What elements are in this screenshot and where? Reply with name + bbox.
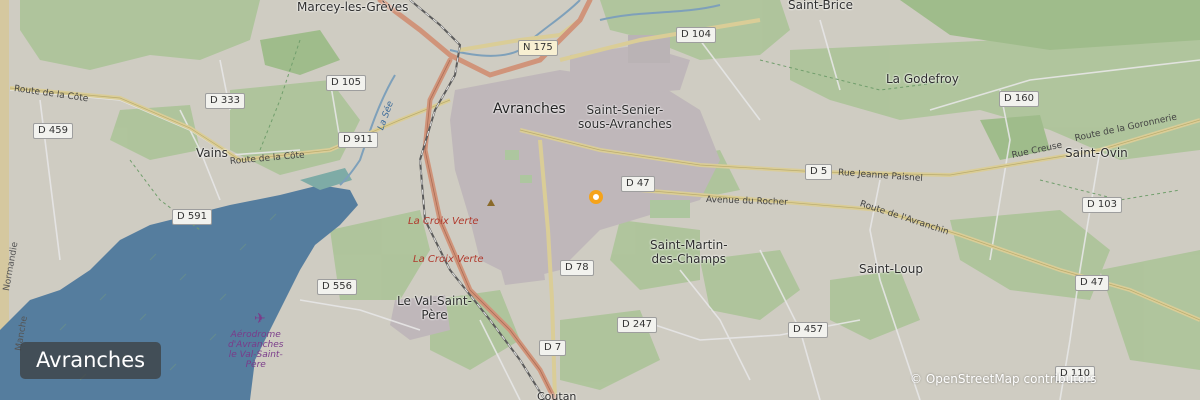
aerodrome-label-line3: le Val-Saint-: [228, 350, 283, 360]
road-shield-d78: D 78: [560, 260, 594, 276]
place-label-saint-brice[interactable]: Saint-Brice: [788, 0, 853, 12]
road-shield-d160: D 160: [999, 91, 1039, 107]
airport-icon: ✈: [254, 311, 266, 327]
road-shield-d333: D 333: [205, 93, 245, 109]
location-marker[interactable]: [589, 190, 603, 204]
road-shield-d911: D 911: [338, 132, 378, 148]
place-label-saint-martin-line2: des-Champs: [651, 252, 727, 266]
place-label-val-saint-pere-line2: Père: [421, 308, 448, 322]
road-shield-d105: D 105: [326, 75, 366, 91]
road-shield-d457: D 457: [788, 322, 828, 338]
aerodrome-label-line4: Père: [245, 360, 266, 370]
place-label-saint-martin[interactable]: Saint-Martin- des-Champs: [650, 238, 728, 266]
place-label-coutances-partial: Coutan: [537, 390, 577, 400]
place-label-avranches[interactable]: Avranches: [493, 101, 566, 117]
map-view[interactable]: Marcey-les-Grèves Saint-Brice La Godefro…: [0, 0, 1200, 400]
road-shield-d247: D 247: [617, 317, 657, 333]
place-label-la-godefroy[interactable]: La Godefroy: [886, 72, 959, 86]
peak-icon: [487, 199, 495, 206]
place-label-saint-martin-line1: Saint-Martin-: [650, 238, 728, 252]
road-shield-d7: D 7: [539, 340, 567, 356]
road-shield-d47-a: D 47: [621, 176, 655, 192]
place-label-saint-ovin[interactable]: Saint-Ovin: [1065, 146, 1128, 160]
attribution-link[interactable]: © OpenStreetMap contributors: [910, 372, 1096, 386]
road-shield-d556: D 556: [317, 279, 357, 295]
place-label-val-saint-pere[interactable]: Le Val-Saint- Père: [397, 294, 472, 322]
place-label-marcey[interactable]: Marcey-les-Grèves: [297, 0, 408, 14]
road-shield-d591: D 591: [172, 209, 212, 225]
road-shield-d103: D 103: [1082, 197, 1122, 213]
road-shield-d47-b: D 47: [1075, 275, 1109, 291]
road-shield-n175: N 175: [518, 40, 558, 56]
rail-label-croix-verte-2: La Croix Verte: [413, 254, 484, 265]
place-label-saint-senier-line2: sous-Avranches: [578, 117, 672, 131]
map-title-badge: Avranches: [20, 342, 162, 379]
place-label-val-saint-pere-line1: Le Val-Saint-: [397, 294, 472, 308]
road-shield-d5: D 5: [805, 164, 833, 180]
road-shield-d459: D 459: [33, 123, 73, 139]
place-label-marcey-text: Marcey-les-Grèves: [297, 0, 409, 14]
aerodrome-label[interactable]: Aérodrome d'Avranches le Val-Saint- Père: [228, 330, 283, 370]
rail-label-croix-verte-1: La Croix Verte: [408, 216, 479, 227]
aerodrome-label-line2: d'Avranches: [228, 340, 284, 350]
place-label-saint-senier-line1: Saint-Senier-: [586, 103, 664, 117]
aerodrome-label-line1: Aérodrome: [230, 330, 281, 340]
road-shield-d104: D 104: [676, 27, 716, 43]
place-label-vains[interactable]: Vains: [196, 146, 228, 160]
place-label-saint-loup[interactable]: Saint-Loup: [859, 262, 923, 276]
place-label-saint-senier[interactable]: Saint-Senier- sous-Avranches: [578, 103, 672, 131]
